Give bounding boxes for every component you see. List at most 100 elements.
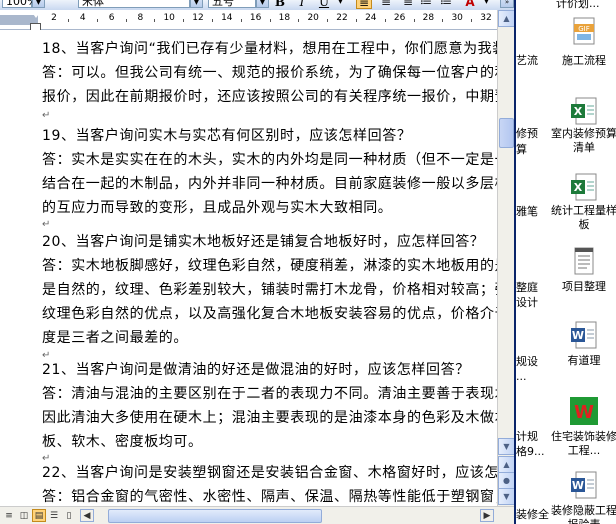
desktop-icon-label[interactable]: 项目整理 (548, 280, 616, 294)
justify-button[interactable]: ≡ (400, 0, 416, 9)
previous-page-icon[interactable]: ▲ (498, 456, 515, 473)
ruler-number: 20 (307, 13, 319, 23)
ruler-number: 28 (422, 13, 435, 23)
ruler-number: 6 (108, 13, 115, 23)
desktop-partial-label[interactable]: 格9... (516, 445, 545, 459)
ruler-number: 22 (336, 13, 348, 23)
desktop-icon-label[interactable]: 装修隐蔽工程报验表 (548, 504, 616, 524)
ruler-number: 26 (393, 13, 406, 23)
desktop-partial-label[interactable]: 规设 (516, 355, 538, 369)
document-line: 答：实木地板脚感好，纹理色彩自然，硬度稍差，淋漆的实木地板用的是进 (42, 258, 497, 274)
horizontal-scroll-thumb[interactable] (108, 509, 322, 523)
bold-button[interactable]: B (272, 0, 288, 9)
ruler-tick (471, 19, 473, 22)
ruler-number: 14 (221, 13, 233, 23)
vertical-scroll-thumb[interactable] (499, 118, 514, 148)
italic-button[interactable]: I (294, 0, 310, 9)
underline-dropdown-icon[interactable]: ▼ (334, 0, 347, 8)
svg-text:W: W (572, 329, 584, 342)
horizontal-scrollbar[interactable]: ≡ ◫ ▤ ☰ ▯ ◀ ▶ (0, 506, 516, 524)
desktop-partial-label[interactable]: 艺流 (516, 54, 538, 68)
ruler-tick (154, 19, 156, 22)
green-app-icon[interactable]: W (569, 396, 599, 426)
first-line-indent-icon[interactable] (31, 11, 41, 18)
align-left-button[interactable]: ≡ (356, 0, 372, 10)
desktop-label-top[interactable]: 计价划... (556, 0, 600, 11)
ruler-tick (68, 19, 69, 22)
excel-file-icon[interactable]: X (569, 172, 599, 202)
desktop-partial-label[interactable]: 雅笔 (516, 205, 538, 219)
bullets-button[interactable]: ≔ (438, 0, 454, 9)
ruler-tick (327, 19, 329, 22)
ruler-tick (212, 19, 213, 22)
normal-view-icon[interactable]: ≡ (2, 509, 16, 522)
document-line: 的互应力而导致的变形，且成品外观与实木大致相同。 (42, 200, 393, 216)
web-view-icon[interactable]: ◫ (17, 509, 31, 522)
ruler-tick (384, 19, 386, 22)
text-file-icon[interactable] (569, 246, 599, 276)
scroll-up-icon[interactable]: ▲ (498, 10, 515, 27)
desktop-partial-label[interactable]: ... (516, 370, 527, 384)
desktop-icon-label[interactable]: 施工流程 (548, 54, 616, 68)
desktop-partial-label[interactable]: 计规 (516, 430, 538, 444)
document-line: 结合在一起的木制品，内外并非同一种材质。目前家庭装修一般以多层板为 (42, 176, 497, 192)
print-view-icon[interactable]: ▤ (32, 509, 46, 522)
ruler-tick (240, 19, 242, 22)
paragraph-mark-icon: ↵ (42, 110, 51, 121)
font-name-dropdown-icon[interactable]: ▼ (190, 0, 203, 8)
ruler-number: 8 (137, 13, 144, 23)
word-window: 100% ▼ 宋体 ▼ 五号 ▼ B I U ▼ ≡ ≡ ≡ ≔ ≔ A ▼ »… (0, 0, 516, 524)
document-page[interactable]: 18、当客户询问“我们已存有少量材料，想用在工程中，你们愿意为我装修 答：可以。但… (0, 30, 497, 506)
zoom-box[interactable]: 100% (2, 0, 37, 8)
ruler-tick (96, 19, 98, 22)
ruler-number: 12 (192, 13, 204, 23)
align-center-button[interactable]: ≡ (378, 0, 394, 9)
outline-view-icon[interactable]: ☰ (47, 509, 61, 522)
document-line: 答：铝合金窗的气密性、水密性、隔声、保温、隔热等性能低于塑钢窗；木 (42, 489, 497, 505)
next-page-icon[interactable]: ▼ (498, 488, 515, 505)
desktop-partial-label[interactable]: 整庭 (516, 281, 538, 295)
excel-file-icon[interactable]: X (569, 96, 599, 126)
font-name-box[interactable]: 宋体 (78, 0, 190, 8)
word-file-icon[interactable]: W (569, 470, 599, 500)
ruler-number: 18 (278, 13, 291, 23)
font-color-dropdown-icon[interactable]: ▼ (480, 0, 493, 8)
word-file-icon[interactable]: W (569, 320, 599, 350)
scroll-left-icon[interactable]: ◀ (80, 509, 94, 522)
document-line: 答：可以。但我公司有统一、规范的报价系统，为了确保每一位客户的利益 (42, 65, 497, 81)
font-size-box[interactable]: 五号 (208, 0, 256, 8)
scroll-right-icon[interactable]: ▶ (480, 509, 494, 522)
svg-text:X: X (574, 105, 583, 118)
gif-file-icon[interactable]: GIF (569, 16, 599, 46)
document-line: 19、当客户询问实木与实芯有何区别时，应该怎样回答？ (42, 128, 412, 144)
document-line: 纹理色彩自然的优点，以及高强化复合木地板安装容易的优点，价格介于实 (42, 306, 497, 322)
vertical-scrollbar[interactable]: ▲ ▼ ▲ ● ▼ (497, 10, 515, 506)
desktop-partial-label[interactable]: 修预 (516, 127, 538, 141)
desktop-icon-label[interactable]: 住宅装饰装修工程... (548, 430, 616, 458)
document-line: 答：实木是实实在在的木头，实木的内外均是同一种材质（但不一定是一整 (42, 152, 497, 168)
toolbar-options-icon[interactable]: » (500, 0, 514, 8)
underline-button[interactable]: U (316, 0, 332, 9)
font-size-dropdown-icon[interactable]: ▼ (256, 0, 269, 8)
ruler-tick (125, 19, 127, 22)
desktop: 计价划... 艺流修预算雅笔整庭 设计规设... 计规 格9... 装修全 GIF 施工流… (516, 0, 616, 524)
select-browse-object-icon[interactable]: ● (498, 472, 515, 489)
desktop-icon-label[interactable]: 统计工程量样板 (548, 204, 616, 232)
desktop-partial-label[interactable]: 设计 (516, 296, 538, 310)
reading-view-icon[interactable]: ▯ (62, 509, 76, 522)
svg-text:GIF: GIF (578, 25, 590, 33)
desktop-icon-label[interactable]: 室内装修预算清单 (548, 127, 616, 155)
svg-text:X: X (574, 181, 583, 194)
numbering-button[interactable]: ≔ (418, 0, 434, 9)
desktop-icon-label[interactable]: 有道理 (548, 354, 616, 368)
horizontal-ruler[interactable]: 2 4 6 8 10 12 14 16 18 20 22 24 26 28 30 32 (0, 10, 501, 31)
desktop-partial-label[interactable]: 算 (516, 143, 527, 157)
ruler-number: 24 (365, 13, 377, 23)
ruler-tick (413, 19, 415, 22)
ruler-number: 30 (451, 13, 463, 23)
scroll-down-icon[interactable]: ▼ (498, 438, 515, 455)
font-color-icon[interactable]: A (462, 0, 478, 9)
desktop-partial-label[interactable]: 装修全 (516, 508, 549, 522)
zoom-dropdown-icon[interactable]: ▼ (32, 0, 45, 8)
document-line: 度是三者之间最差的。 (42, 330, 188, 346)
